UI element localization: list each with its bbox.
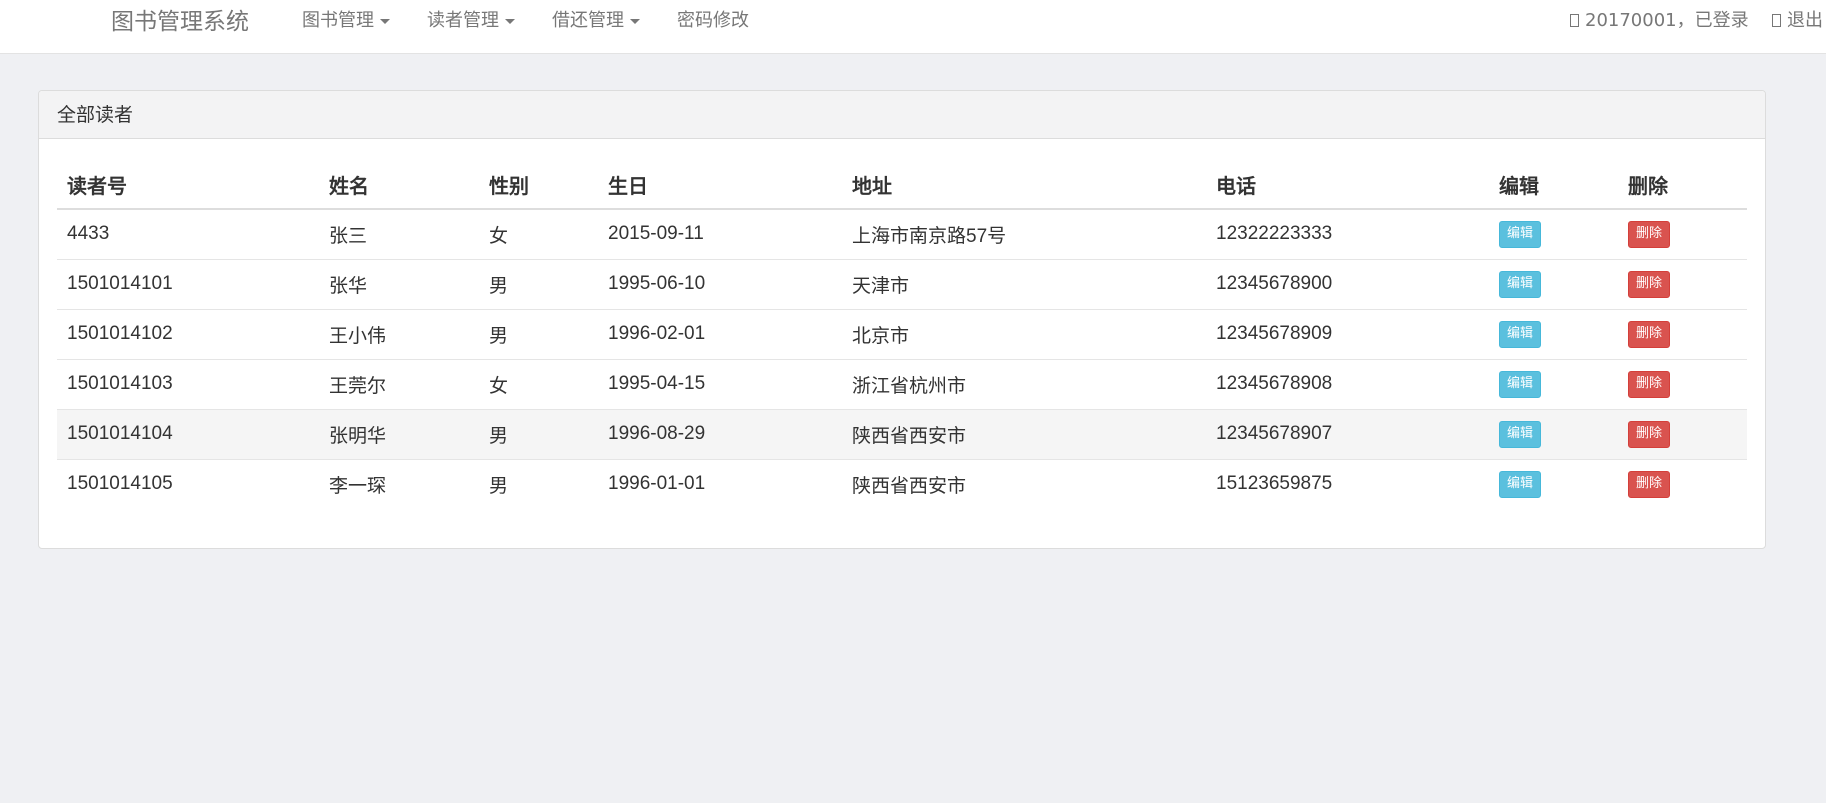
cell-address: 陕西省西安市 <box>842 458 1206 509</box>
edit-button[interactable]: 编辑 <box>1499 270 1542 298</box>
cell-delete: 删除 <box>1618 358 1747 409</box>
edit-button[interactable]: 编辑 <box>1499 370 1542 398</box>
delete-button[interactable]: 删除 <box>1628 420 1671 448</box>
table-row: 1501014102 王小伟 男 1996-02-01 北京市 12345678… <box>57 308 1747 359</box>
menu-book-management[interactable]: 图书管理 <box>302 9 390 33</box>
header-phone: 电话 <box>1206 160 1489 210</box>
delete-button[interactable]: 删除 <box>1628 470 1671 498</box>
header-birthday: 生日 <box>598 160 842 210</box>
cell-edit: 编辑 <box>1489 258 1618 309</box>
cell-address: 天津市 <box>842 258 1206 309</box>
cell-phone: 12345678909 <box>1206 308 1489 359</box>
menu-reader-management[interactable]: 读者管理 <box>427 9 515 33</box>
delete-button[interactable]: 删除 <box>1628 370 1671 398</box>
cell-delete: 删除 <box>1618 408 1747 459</box>
cell-birthday: 1996-01-01 <box>598 458 842 509</box>
table-row: 1501014101 张华 男 1995-06-10 天津市 123456789… <box>57 258 1747 309</box>
cell-gender: 女 <box>479 358 598 409</box>
cell-gender: 男 <box>479 458 598 509</box>
cell-delete: 删除 <box>1618 308 1747 359</box>
cell-address: 陕西省西安市 <box>842 408 1206 459</box>
user-status-label: 20170001，已登录 <box>1585 10 1749 31</box>
table-row: 4433 张三 女 2015-09-11 上海市南京路57号 123222233… <box>57 209 1747 259</box>
menu-borrow-return-management[interactable]: 借还管理 <box>552 9 640 33</box>
table-row: 1501014103 王莞尔 女 1995-04-15 浙江省杭州市 12345… <box>57 358 1747 409</box>
menu-borrow-return-label: 借还管理 <box>552 10 624 31</box>
header-edit: 编辑 <box>1489 160 1618 210</box>
cell-address: 北京市 <box>842 308 1206 359</box>
cell-name: 张三 <box>329 225 368 247</box>
brand-link[interactable]: 图书管理系统 <box>111 7 249 37</box>
menu-reader-management-label: 读者管理 <box>427 10 499 31</box>
user-icon <box>1570 14 1579 27</box>
delete-button[interactable]: 删除 <box>1628 220 1671 248</box>
cell-gender: 男 <box>479 258 598 309</box>
cell-edit: 编辑 <box>1489 308 1618 359</box>
cell-delete: 删除 <box>1618 258 1747 309</box>
cell-name: 李一琛 <box>319 458 479 509</box>
cell-edit: 编辑 <box>1489 209 1618 259</box>
table-row: 1501014105 李一琛 男 1996-01-01 陕西省西安市 15123… <box>57 458 1747 509</box>
cell-phone: 12345678907 <box>1206 408 1489 459</box>
cell-delete: 删除 <box>1618 458 1747 509</box>
cell-reader-id: 1501014105 <box>57 458 319 509</box>
menu-password-change[interactable]: 密码修改 <box>677 9 749 33</box>
panel-title: 全部读者 <box>39 91 1765 139</box>
cell-reader-id: 1501014103 <box>57 358 319 409</box>
readers-panel: 全部读者 读者号 姓名 性别 生日 地址 电话 编辑 删除 4433 张三 女 … <box>38 90 1766 549</box>
menu-password-change-label: 密码修改 <box>677 10 749 31</box>
cell-gender: 女 <box>489 225 509 247</box>
cell-name: 王小伟 <box>319 308 479 359</box>
cell-edit: 编辑 <box>1489 358 1618 409</box>
edit-button[interactable]: 编辑 <box>1499 420 1542 448</box>
cell-address: 浙江省杭州市 <box>842 358 1206 409</box>
logout-icon <box>1772 14 1781 27</box>
cell-birthday: 1996-08-29 <box>598 408 842 459</box>
cell-gender: 男 <box>479 308 598 359</box>
cell-reader-id: 1501014101 <box>57 258 319 309</box>
cell-reader-id: 1501014104 <box>57 408 319 459</box>
cell-phone: 15123659875 <box>1206 458 1489 509</box>
cell-delete: 删除 <box>1618 209 1747 259</box>
readers-table-wrapper: 读者号 姓名 性别 生日 地址 电话 编辑 删除 4433 张三 女 2015-… <box>57 160 1747 509</box>
cell-birthday: 1995-04-15 <box>598 358 842 409</box>
edit-button[interactable]: 编辑 <box>1499 320 1542 348</box>
cell-name: 王莞尔 <box>319 358 479 409</box>
cell-name: 张明华 <box>319 408 479 459</box>
cell-gender: 男 <box>479 408 598 459</box>
cell-reader-id: 4433 <box>67 223 110 245</box>
readers-table: 读者号 姓名 性别 生日 地址 电话 编辑 删除 4433 张三 女 2015-… <box>57 160 1747 509</box>
cell-phone: 12345678908 <box>1206 358 1489 409</box>
cell-phone: 12322223333 <box>1216 223 1333 245</box>
cell-phone: 12345678900 <box>1206 258 1489 309</box>
edit-button[interactable]: 编辑 <box>1499 220 1542 248</box>
table-row: 1501014104 张明华 男 1996-08-29 陕西省西安市 12345… <box>57 408 1747 459</box>
cell-address: 上海市南京路57号 <box>852 225 1007 247</box>
cell-edit: 编辑 <box>1489 458 1618 509</box>
cell-reader-id: 1501014102 <box>57 308 319 359</box>
menu-book-management-label: 图书管理 <box>302 10 374 31</box>
logout-label: 退出 <box>1787 10 1823 31</box>
delete-button[interactable]: 删除 <box>1628 320 1671 348</box>
chevron-down-icon <box>630 18 640 24</box>
header-name: 姓名 <box>319 160 479 210</box>
user-status[interactable]: 20170001，已登录 <box>1570 9 1749 33</box>
cell-edit: 编辑 <box>1489 408 1618 459</box>
chevron-down-icon <box>380 18 390 24</box>
cell-birthday: 2015-09-11 <box>608 223 704 245</box>
chevron-down-icon <box>505 18 515 24</box>
cell-birthday: 1995-06-10 <box>598 258 842 309</box>
cell-birthday: 1996-02-01 <box>598 308 842 359</box>
header-gender: 性别 <box>479 160 598 210</box>
cell-name: 张华 <box>319 258 479 309</box>
header-address: 地址 <box>842 160 1206 210</box>
edit-button[interactable]: 编辑 <box>1499 470 1542 498</box>
logout-link[interactable]: 退出 <box>1772 9 1823 33</box>
header-reader-id: 读者号 <box>57 160 319 210</box>
delete-button[interactable]: 删除 <box>1628 270 1671 298</box>
top-navbar: 图书管理系统 图书管理 读者管理 借还管理 密码修改 20170001，已登录 … <box>0 0 1826 54</box>
header-delete: 删除 <box>1618 160 1747 210</box>
table-header-row: 读者号 姓名 性别 生日 地址 电话 编辑 删除 <box>57 160 1747 210</box>
